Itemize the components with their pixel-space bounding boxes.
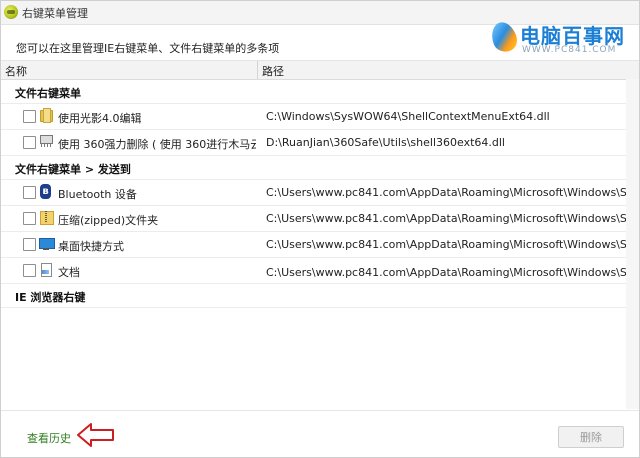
- item-name: 压缩(zipped)文件夹: [58, 214, 159, 227]
- list-item[interactable]: 压缩(zipped)文件夹 C:\Users\www.pc841.com\AppD…: [0, 205, 634, 232]
- item-checkbox[interactable]: [23, 238, 36, 251]
- list-scrollbar[interactable]: [626, 79, 640, 409]
- group-label: 文件右键菜单: [15, 87, 81, 100]
- group-label: 文件右键菜单 > 发送到: [15, 163, 131, 176]
- item-name: 使用光影4.0编辑: [58, 112, 142, 125]
- path-column-header[interactable]: 路径: [262, 63, 284, 79]
- view-history-link[interactable]: 查看历史: [27, 430, 71, 446]
- watermark-url: WWW.PC841.COM: [522, 45, 617, 55]
- column-divider[interactable]: [257, 61, 258, 79]
- item-name: Bluetooth 设备: [58, 188, 137, 201]
- app-icon: [4, 5, 18, 19]
- name-column-header[interactable]: 名称: [5, 63, 27, 79]
- footer-divider: [0, 410, 640, 411]
- list-item[interactable]: 使用光影4.0编辑 C:\Windows\SysWOW64\ShellContex…: [0, 103, 626, 130]
- group-header[interactable]: IE 浏览器右键: [0, 283, 626, 308]
- red-arrow-annotation: [77, 423, 114, 447]
- group-header[interactable]: 文件右键菜单 > 发送到: [0, 155, 626, 180]
- zip-icon: [39, 210, 54, 225]
- table-header: 名称 路径: [0, 60, 640, 80]
- watermark-logo: 电脑百事网 WWW.PC841.COM: [487, 18, 632, 62]
- item-name: 使用 360强力删除 ( 使用 360进行木马云查杀: [58, 138, 256, 151]
- left-arrow-icon: [77, 423, 114, 447]
- item-checkbox[interactable]: [23, 264, 36, 277]
- shredder-icon: [39, 134, 53, 148]
- item-path: D:\RuanJian\360Safe\Utils\shell360ext64.…: [266, 136, 505, 149]
- list-item[interactable]: 使用 360强力删除 ( 使用 360进行木马云查杀 D:\RuanJian\36…: [0, 129, 626, 156]
- item-name: 桌面快捷方式: [58, 240, 124, 253]
- item-path: C:\Users\www.pc841.com\AppData\Roaming\M…: [266, 186, 634, 199]
- desktop-icon: [39, 236, 55, 250]
- item-name: 文档: [58, 266, 80, 279]
- item-checkbox[interactable]: [23, 136, 36, 149]
- bluetooth-icon: ʙ: [40, 184, 51, 199]
- list-item[interactable]: 桌面快捷方式 C:\Users\www.pc841.com\AppData\Roa…: [0, 231, 634, 258]
- intro-text: 您可以在这里管理IE右键菜单、文件右键菜单的多条项: [16, 42, 280, 55]
- item-path: C:\Windows\SysWOW64\ShellContextMenuExt6…: [266, 110, 550, 123]
- item-checkbox[interactable]: [23, 110, 36, 123]
- item-path: C:\Users\www.pc841.com\AppData\Roaming\M…: [266, 212, 634, 225]
- item-checkbox[interactable]: [23, 212, 36, 225]
- group-label: IE 浏览器右键: [15, 291, 86, 304]
- document-icon: [39, 262, 53, 277]
- brand-drop-icon: [487, 19, 521, 55]
- window-title: 右键菜单管理: [22, 7, 88, 20]
- list-item[interactable]: 文档 C:\Users\www.pc841.com\AppData\Roaming…: [0, 257, 634, 284]
- item-checkbox[interactable]: [23, 186, 36, 199]
- item-path: C:\Users\www.pc841.com\AppData\Roaming\M…: [266, 238, 634, 251]
- item-path: C:\Users\www.pc841.com\AppData\Roaming\M…: [266, 266, 634, 279]
- list-item[interactable]: ʙ Bluetooth 设备 C:\Users\www.pc841.com\AppD…: [0, 179, 634, 206]
- delete-button[interactable]: 删除: [558, 426, 624, 448]
- group-header[interactable]: 文件右键菜单: [0, 79, 626, 104]
- folder-icon: [39, 108, 53, 123]
